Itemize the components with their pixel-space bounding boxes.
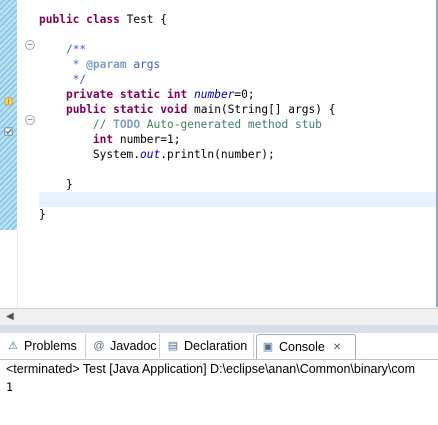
tab-javadoc[interactable]: @ Javadoc xyxy=(88,334,160,358)
code-token: private xyxy=(65,88,114,101)
code-line[interactable]: /** xyxy=(39,42,436,57)
tab-label: Declaration xyxy=(184,339,248,353)
code-token: Test { xyxy=(119,13,168,26)
code-token: @param xyxy=(86,58,127,71)
code-token: out xyxy=(140,148,161,161)
code-token: System. xyxy=(39,148,141,161)
code-token: } xyxy=(39,208,46,221)
code-line[interactable]: // TODO Auto-generated method stub xyxy=(39,117,436,132)
bottom-views-panel: ⚠ Problems @ Javadoc ▤ Declaration ▣ Console ✕ <… xyxy=(0,333,438,425)
code-token: /** xyxy=(65,43,87,56)
console-status-line: <terminated> Test [Java Application] D:\… xyxy=(0,360,438,379)
code-line[interactable]: public static void main(String[] args) { xyxy=(39,102,436,117)
code-token: public xyxy=(65,103,107,116)
view-splitter[interactable] xyxy=(0,325,438,333)
code-line[interactable]: private static int number=0; xyxy=(39,87,436,102)
code-text[interactable]: public class Test { /** * @param args */… xyxy=(39,12,436,222)
code-token: Auto-generated method stub xyxy=(140,118,322,131)
tab-label: Javadoc xyxy=(110,339,157,353)
tab-problems[interactable]: ⚠ Problems xyxy=(2,334,86,358)
fold-javadoc-icon[interactable]: − xyxy=(25,40,35,50)
code-token: */ xyxy=(39,73,87,86)
code-token: number=1; xyxy=(113,133,181,146)
code-token: number xyxy=(194,88,235,101)
views-tab-bar: ⚠ Problems @ Javadoc ▤ Declaration ▣ Console ✕ xyxy=(0,333,438,360)
console-icon: ▣ xyxy=(262,341,274,353)
code-token: public xyxy=(39,13,80,26)
code-token: int xyxy=(167,88,188,101)
code-line[interactable] xyxy=(39,162,436,177)
scroll-left-icon[interactable]: ◀ xyxy=(6,311,14,322)
code-token: main(String[] args) { xyxy=(187,103,336,116)
javadoc-icon: @ xyxy=(93,340,105,352)
code-token: } xyxy=(39,178,73,191)
code-line[interactable]: int number=1; xyxy=(39,132,436,147)
tab-console[interactable]: ▣ Console ✕ xyxy=(256,334,356,359)
code-line[interactable]: */ xyxy=(39,72,436,87)
svg-text:!: ! xyxy=(7,99,10,106)
code-token: // xyxy=(92,118,114,131)
code-editor[interactable]: − − ! public class Test { /** * @param a… xyxy=(0,0,438,307)
code-line[interactable]: System.out.println(number); xyxy=(39,147,436,162)
code-line[interactable] xyxy=(39,27,436,42)
overview-ruler xyxy=(0,0,17,230)
code-token: void xyxy=(160,103,188,116)
tab-declaration[interactable]: ▤ Declaration xyxy=(162,334,254,358)
close-icon[interactable]: ✕ xyxy=(333,342,341,353)
code-token: =0; xyxy=(234,88,255,101)
code-line[interactable] xyxy=(39,192,436,207)
horizontal-scrollbar[interactable]: ◀ xyxy=(0,308,438,325)
fold-method-icon[interactable]: − xyxy=(25,115,35,125)
code-line[interactable]: * @param args xyxy=(39,57,436,72)
code-token: args xyxy=(126,58,161,71)
tab-label: Console xyxy=(279,340,325,354)
code-token: * xyxy=(39,58,87,71)
console-output[interactable]: 1 xyxy=(6,380,13,395)
code-token: static xyxy=(113,103,154,116)
code-line[interactable]: } xyxy=(39,207,436,222)
code-line[interactable]: } xyxy=(39,177,436,192)
code-token: class xyxy=(86,13,120,26)
task-icon xyxy=(4,127,13,136)
problems-icon: ⚠ xyxy=(8,340,18,352)
folding-gutter: − − xyxy=(17,0,37,230)
warning-icon: ! xyxy=(4,97,13,106)
code-line[interactable]: public class Test { xyxy=(39,12,436,27)
editor-gutter xyxy=(0,230,18,307)
code-token: int xyxy=(92,133,114,146)
code-token: static xyxy=(119,88,161,101)
code-token: .println(number); xyxy=(160,148,275,161)
tab-label: Problems xyxy=(24,339,77,353)
declaration-icon: ▤ xyxy=(167,340,179,352)
code-token: TODO xyxy=(113,118,141,131)
